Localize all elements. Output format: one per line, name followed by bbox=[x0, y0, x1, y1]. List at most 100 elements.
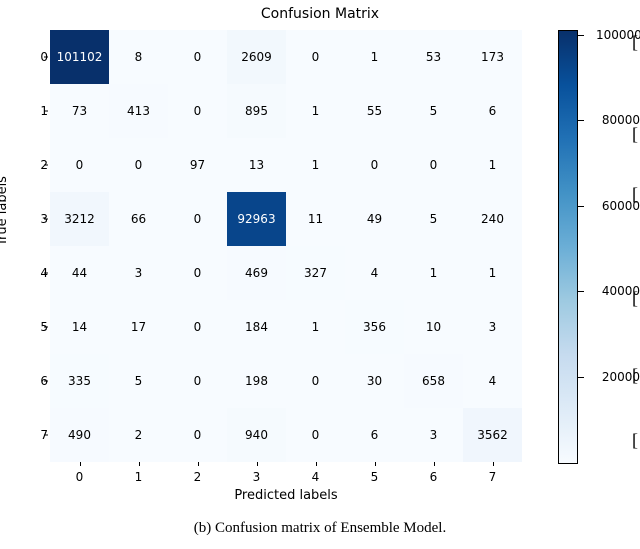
heatmap-cell: 2 bbox=[109, 408, 168, 462]
heatmap-grid: 1011028026090153173734130895155560097131… bbox=[50, 30, 522, 462]
x-tick-mark bbox=[434, 462, 435, 466]
heatmap-cell: 0 bbox=[168, 84, 227, 138]
heatmap-cell: 17 bbox=[109, 300, 168, 354]
heatmap-cell: 30 bbox=[345, 354, 404, 408]
x-tick-mark bbox=[493, 462, 494, 466]
heatmap-cell: 3562 bbox=[463, 408, 522, 462]
reference-bracket: [ bbox=[632, 365, 638, 386]
heatmap-cell: 1 bbox=[286, 84, 345, 138]
heatmap-cell: 0 bbox=[50, 138, 109, 192]
heatmap-cell: 3 bbox=[404, 408, 463, 462]
reference-bracket: [ bbox=[632, 32, 638, 53]
heatmap-cell: 0 bbox=[168, 30, 227, 84]
x-tick-label: 4 bbox=[286, 470, 345, 484]
heatmap-cell: 184 bbox=[227, 300, 286, 354]
y-tick-mark bbox=[44, 327, 48, 328]
heatmap-cell: 0 bbox=[404, 138, 463, 192]
heatmap-cell: 73 bbox=[50, 84, 109, 138]
heatmap-cell: 173 bbox=[463, 30, 522, 84]
colorbar-tick-mark bbox=[578, 206, 584, 207]
heatmap-cell: 8 bbox=[109, 30, 168, 84]
heatmap-cell: 356 bbox=[345, 300, 404, 354]
heatmap-cell: 14 bbox=[50, 300, 109, 354]
heatmap-cell: 0 bbox=[109, 138, 168, 192]
heatmap-cell: 0 bbox=[286, 408, 345, 462]
heatmap-cell: 4 bbox=[463, 354, 522, 408]
heatmap-cell: 0 bbox=[168, 246, 227, 300]
y-tick-mark bbox=[44, 219, 48, 220]
y-tick-mark bbox=[44, 165, 48, 166]
reference-bracket: [ bbox=[632, 124, 638, 145]
heatmap-cell: 0 bbox=[345, 138, 404, 192]
heatmap-cell: 1 bbox=[286, 138, 345, 192]
heatmap-cell: 2609 bbox=[227, 30, 286, 84]
colorbar-tick-mark bbox=[578, 377, 584, 378]
reference-bracket: [ bbox=[632, 288, 638, 309]
heatmap-cell: 49 bbox=[345, 192, 404, 246]
y-tick-mark bbox=[44, 57, 48, 58]
x-tick-label: 5 bbox=[345, 470, 404, 484]
x-tick-mark bbox=[316, 462, 317, 466]
x-axis-label: Predicted labels bbox=[50, 488, 522, 503]
x-tick-mark bbox=[139, 462, 140, 466]
heatmap-cell: 1 bbox=[463, 246, 522, 300]
y-axis-label: True labels bbox=[0, 176, 10, 246]
x-tick-label: 1 bbox=[109, 470, 168, 484]
colorbar-tick-mark bbox=[578, 120, 584, 121]
x-tick-label: 6 bbox=[404, 470, 463, 484]
heatmap-cell: 335 bbox=[50, 354, 109, 408]
heatmap-cell: 240 bbox=[463, 192, 522, 246]
heatmap-cell: 3 bbox=[109, 246, 168, 300]
heatmap-cell: 13 bbox=[227, 138, 286, 192]
heatmap-cell: 327 bbox=[286, 246, 345, 300]
heatmap-cell: 97 bbox=[168, 138, 227, 192]
heatmap-cell: 895 bbox=[227, 84, 286, 138]
y-tick-mark bbox=[44, 435, 48, 436]
heatmap-cell: 101102 bbox=[50, 30, 109, 84]
heatmap-cell: 55 bbox=[345, 84, 404, 138]
heatmap-cell: 10 bbox=[404, 300, 463, 354]
heatmap-cell: 0 bbox=[168, 300, 227, 354]
heatmap-cell: 1 bbox=[286, 300, 345, 354]
heatmap-cell: 5 bbox=[109, 354, 168, 408]
heatmap-cell: 92963 bbox=[227, 192, 286, 246]
colorbar bbox=[558, 30, 578, 464]
heatmap-cell: 3 bbox=[463, 300, 522, 354]
x-tick-mark bbox=[198, 462, 199, 466]
heatmap-cell: 5 bbox=[404, 84, 463, 138]
heatmap-cell: 1 bbox=[404, 246, 463, 300]
heatmap-cell: 6 bbox=[345, 408, 404, 462]
x-tick-label: 0 bbox=[50, 470, 109, 484]
heatmap-cell: 4 bbox=[345, 246, 404, 300]
heatmap-cell: 5 bbox=[404, 192, 463, 246]
heatmap-cell: 0 bbox=[168, 354, 227, 408]
heatmap-cell: 490 bbox=[50, 408, 109, 462]
heatmap-cell: 44 bbox=[50, 246, 109, 300]
heatmap-cell: 940 bbox=[227, 408, 286, 462]
heatmap-cell: 413 bbox=[109, 84, 168, 138]
reference-bracket: [ bbox=[632, 184, 638, 205]
x-tick-label: 2 bbox=[168, 470, 227, 484]
y-tick-mark bbox=[44, 273, 48, 274]
x-tick-label: 3 bbox=[227, 470, 286, 484]
heatmap-cell: 3212 bbox=[50, 192, 109, 246]
x-tick-label: 7 bbox=[463, 470, 522, 484]
heatmap-cell: 469 bbox=[227, 246, 286, 300]
heatmap-cell: 66 bbox=[109, 192, 168, 246]
heatmap-cell: 53 bbox=[404, 30, 463, 84]
y-tick-mark bbox=[44, 111, 48, 112]
x-tick-mark bbox=[257, 462, 258, 466]
reference-bracket: [ bbox=[632, 430, 638, 451]
heatmap-cell: 198 bbox=[227, 354, 286, 408]
heatmap-cell: 658 bbox=[404, 354, 463, 408]
heatmap-cell: 1 bbox=[463, 138, 522, 192]
heatmap-cell: 11 bbox=[286, 192, 345, 246]
heatmap-cell: 6 bbox=[463, 84, 522, 138]
heatmap-cell: 1 bbox=[345, 30, 404, 84]
heatmap-cell: 0 bbox=[286, 30, 345, 84]
figure-caption: (b) Confusion matrix of Ensemble Model. bbox=[0, 520, 640, 537]
heatmap-cell: 0 bbox=[168, 408, 227, 462]
chart-title: Confusion Matrix bbox=[180, 6, 460, 22]
x-tick-mark bbox=[375, 462, 376, 466]
heatmap-cell: 0 bbox=[168, 192, 227, 246]
